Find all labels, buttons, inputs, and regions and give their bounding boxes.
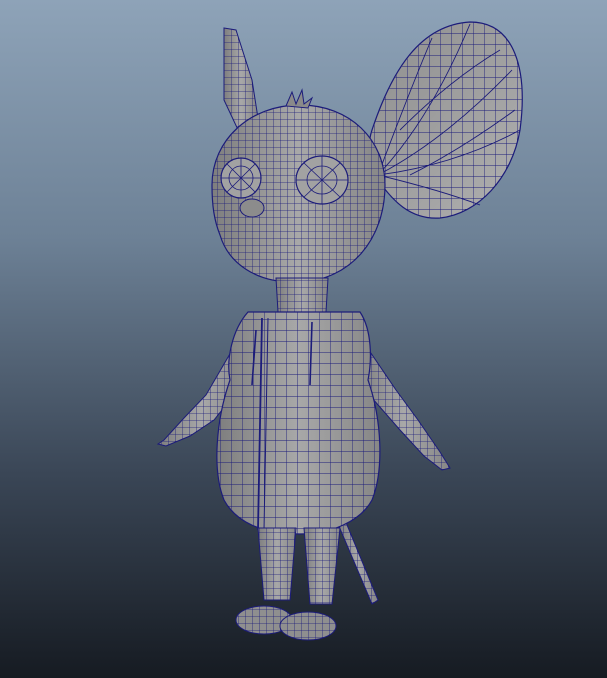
left-leg bbox=[257, 527, 297, 601]
tail bbox=[337, 519, 379, 605]
neck bbox=[275, 277, 329, 313]
coat bbox=[216, 311, 381, 535]
mouse-character-wireframe-icon[interactable] bbox=[0, 0, 607, 678]
nose bbox=[239, 198, 265, 218]
3d-viewport[interactable] bbox=[0, 0, 607, 678]
right-eye bbox=[295, 155, 349, 205]
right-foot bbox=[279, 611, 337, 641]
right-leg bbox=[303, 527, 341, 605]
right-ear bbox=[368, 21, 523, 219]
left-eye bbox=[220, 157, 262, 199]
